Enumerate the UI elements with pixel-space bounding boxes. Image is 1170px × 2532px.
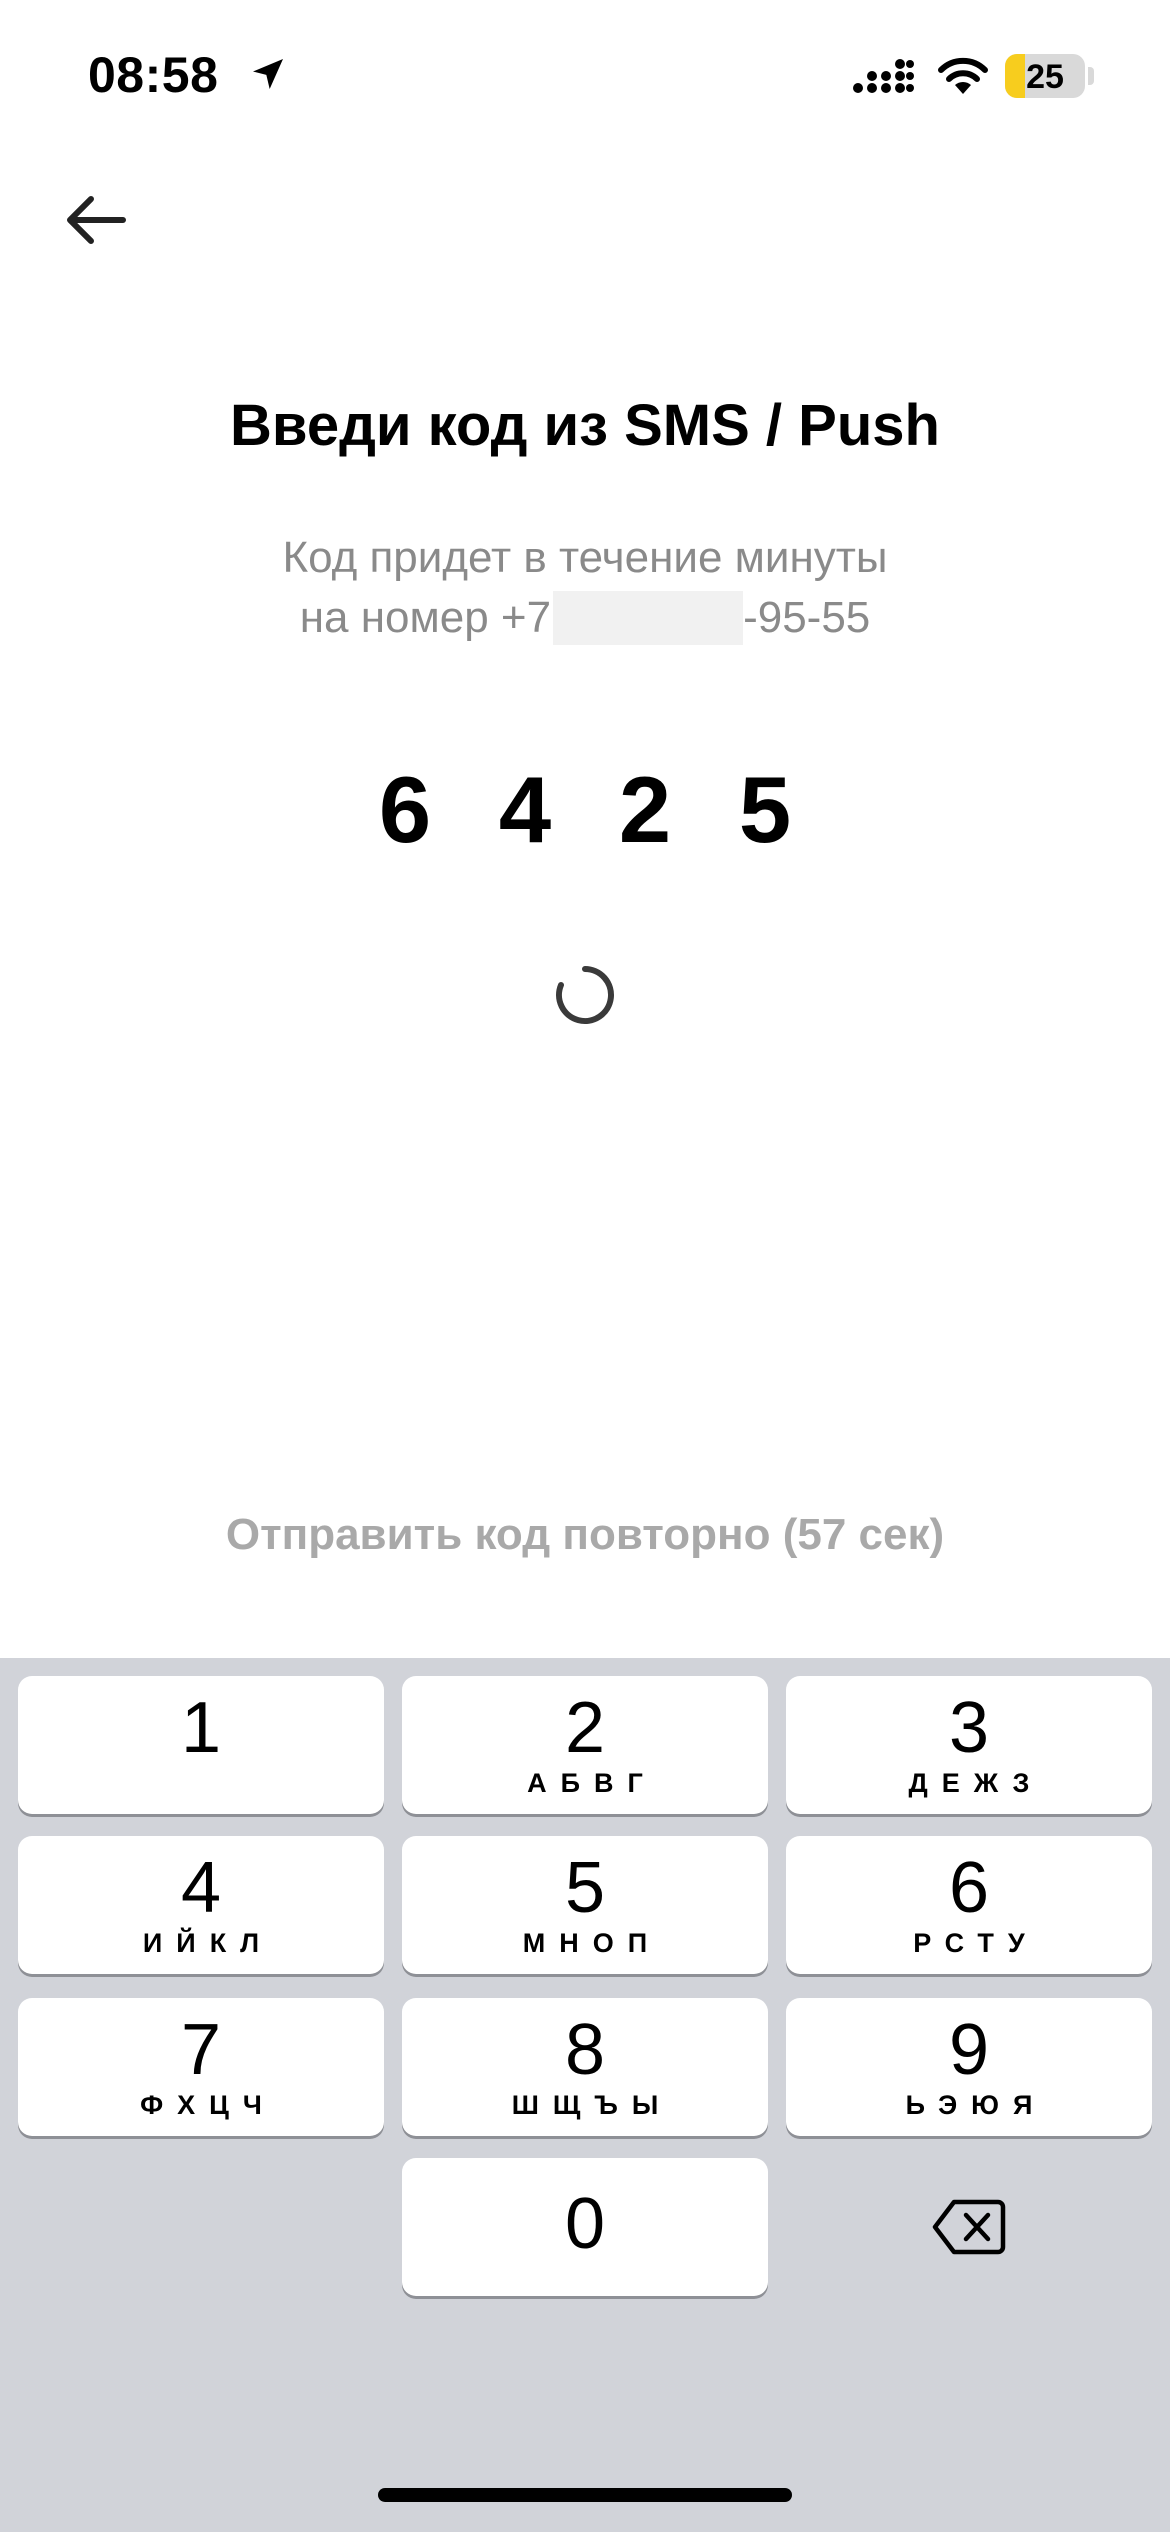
code-digit: 5 [738, 757, 792, 862]
key-letters: РСТУ [913, 1928, 1039, 1958]
key-letters: ШЩЪЫ [511, 2090, 673, 2120]
resend-code-button[interactable]: Отправить код повторно (57 сек) [0, 1510, 1170, 1560]
wifi-icon [938, 57, 988, 94]
subtitle-line-1: Код придет в течение минуты [282, 533, 888, 582]
key-letters: ЬЭЮЯ [905, 2090, 1047, 2120]
battery-indicator: 25 [1005, 54, 1085, 98]
loading-spinner-icon [556, 966, 614, 1024]
key-number: 9 [948, 2010, 990, 2090]
subtitle-line-2: на номер +7 -95-55 [0, 588, 1170, 648]
home-indicator[interactable] [378, 2488, 792, 2502]
key-5[interactable]: 5 МНОП [402, 1836, 768, 1974]
key-3[interactable]: 3 ДЕЖЗ [786, 1676, 1152, 1814]
code-input[interactable]: 6 4 2 5 [0, 755, 1170, 865]
key-0[interactable]: 0 [402, 2158, 768, 2296]
key-number: 2 [564, 1688, 606, 1768]
location-arrow-icon [253, 59, 283, 89]
code-digit: 6 [378, 757, 432, 862]
phone-prefix: на номер +7 [299, 593, 552, 642]
key-letters: ДЕЖЗ [908, 1768, 1044, 1798]
key-letters: ИЙКЛ [142, 1928, 274, 1958]
battery-tip [1088, 67, 1094, 85]
key-letters: МНОП [522, 1928, 662, 1958]
key-2[interactable]: 2 АБВГ [402, 1676, 768, 1814]
key-number: 1 [180, 1688, 222, 1768]
back-button[interactable] [50, 180, 140, 260]
code-digit: 4 [498, 757, 552, 862]
status-time: 08:58 [88, 47, 219, 103]
phone-suffix: -95-55 [743, 593, 871, 642]
key-number: 6 [948, 1848, 990, 1928]
key-7[interactable]: 7 ФХЦЧ [18, 1998, 384, 2136]
numeric-keyboard: 1 2 АБВГ 3 ДЕЖЗ 4 ИЙКЛ 5 МНОП 6 РСТУ 7 Ф… [0, 1658, 1170, 2532]
key-1[interactable]: 1 [18, 1676, 384, 1814]
key-letters: АБВГ [527, 1768, 657, 1798]
code-digit: 2 [618, 757, 672, 862]
subtitle: Код придет в течение минуты на номер +7 … [0, 528, 1170, 648]
key-4[interactable]: 4 ИЙКЛ [18, 1836, 384, 1974]
key-letters: ФХЦЧ [140, 2090, 276, 2120]
key-number: 7 [180, 2010, 222, 2090]
phone-number-mask [553, 591, 744, 645]
page-title: Введи код из SMS / Push [230, 393, 940, 458]
key-number: 5 [564, 1848, 606, 1928]
key-8[interactable]: 8 ШЩЪЫ [402, 1998, 768, 2136]
cellular-signal-icon [853, 59, 914, 93]
key-number: 4 [180, 1848, 222, 1928]
key-6[interactable]: 6 РСТУ [786, 1836, 1152, 1974]
delete-key[interactable] [786, 2158, 1152, 2296]
arrow-left-icon [67, 196, 126, 244]
key-number: 3 [948, 1688, 990, 1768]
delete-backspace-icon [932, 2199, 1006, 2255]
key-number: 0 [564, 2184, 606, 2264]
key-number: 8 [564, 2010, 606, 2090]
battery-level: 25 [1026, 58, 1064, 96]
key-9[interactable]: 9 ЬЭЮЯ [786, 1998, 1152, 2136]
status-bar: 08:58 25 [0, 0, 1170, 150]
